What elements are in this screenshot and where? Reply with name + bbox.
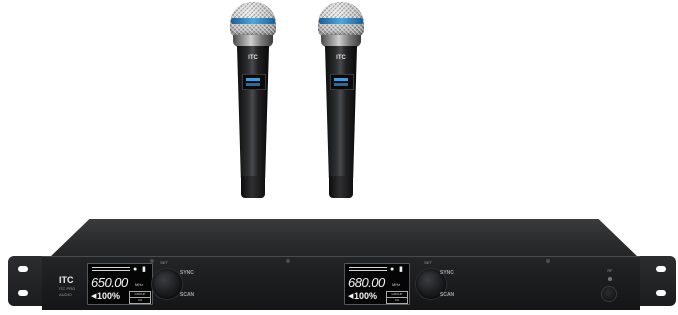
mic-collar	[233, 35, 273, 47]
channel-2-display: ● ▮ 680.00 MHz ◀ 100% GROUP CH	[344, 263, 410, 305]
frequency-unit: MHz	[392, 282, 401, 287]
mic-blue-ring	[319, 18, 363, 24]
rack-mount-hole	[656, 266, 666, 272]
frequency-readout: 680.00	[348, 275, 385, 290]
channel-tag: CH	[386, 297, 408, 304]
sync-button[interactable]: SYNC	[180, 270, 200, 276]
mic-body	[325, 46, 357, 178]
handheld-microphone-2: ITC	[315, 2, 367, 202]
knob-label: SET	[424, 260, 432, 265]
channel-1-display: ● ▮ 650.00 MHz ◀ 100% GROUP CH	[87, 263, 153, 305]
rf-led-label: RF	[607, 268, 613, 273]
mic-logo: ITC	[336, 55, 346, 61]
mic-logo: ITC	[248, 55, 258, 61]
mic-body	[237, 46, 269, 178]
battery-icon: ▮	[399, 266, 403, 273]
audio-level-readout: 100%	[97, 291, 121, 301]
scan-button[interactable]: SCAN	[180, 292, 200, 298]
battery-icon: ▮	[142, 266, 146, 273]
sync-button[interactable]: SYNC	[440, 270, 460, 276]
frequency-readout: 650.00	[91, 275, 128, 290]
mic-battery-cap	[329, 176, 353, 198]
rack-mount-hole	[656, 290, 666, 296]
status-led	[608, 277, 612, 281]
rf-level-meter	[349, 267, 387, 273]
rf-level-meter	[92, 267, 130, 273]
frequency-unit: MHz	[135, 282, 144, 287]
mic-battery-cap	[241, 176, 265, 198]
channel-1-set-knob[interactable]	[152, 269, 182, 299]
mic-blue-ring	[231, 18, 275, 24]
handheld-microphone-1: ITC	[227, 2, 279, 202]
mic-status-icon: ●	[133, 266, 138, 273]
panel-screw	[546, 259, 550, 263]
mic-collar	[321, 35, 361, 47]
mic-display	[330, 74, 354, 90]
brand-subtitle: ITC PRO AUDIO	[59, 286, 76, 297]
rack-ear-right	[634, 256, 676, 306]
knob-label: SET	[160, 260, 168, 265]
audio-level-readout: 100%	[354, 291, 378, 301]
mic-display	[242, 74, 266, 90]
scan-button[interactable]: SCAN	[440, 292, 460, 298]
rack-mount-hole	[18, 290, 28, 296]
panel-screw	[286, 259, 290, 263]
power-button[interactable]	[602, 287, 616, 301]
mic-status-icon: ●	[390, 266, 395, 273]
rack-mount-hole	[18, 266, 28, 272]
channel-tag: CH	[129, 297, 151, 304]
receiver-top-cover	[48, 219, 640, 259]
